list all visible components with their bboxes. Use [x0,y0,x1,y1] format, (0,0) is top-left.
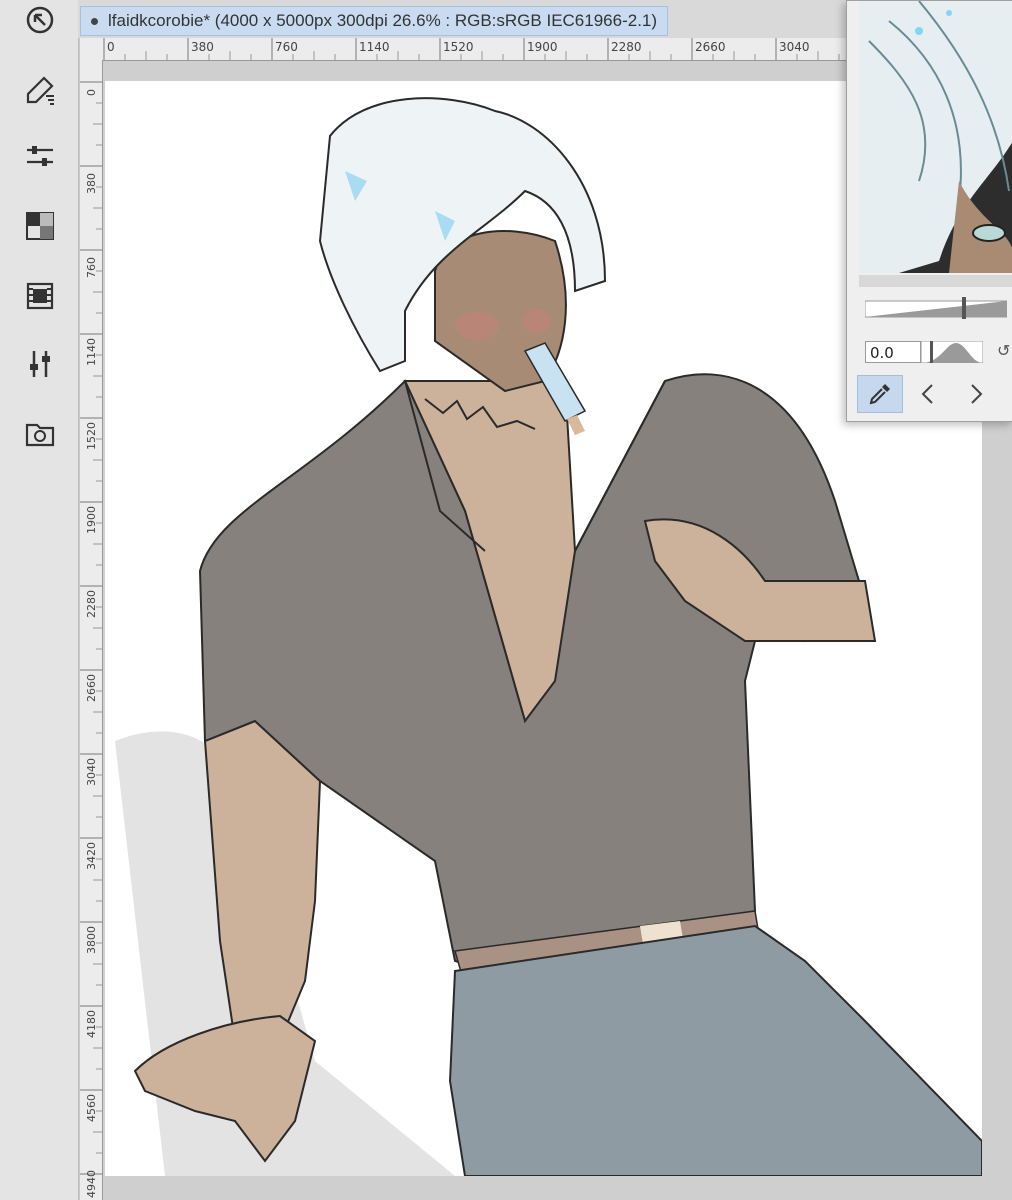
ruler-label: 1900 [527,40,558,54]
ruler-corner [80,38,104,61]
chevron-right-icon [971,384,983,404]
reset-rotation-icon[interactable]: ↺ [997,341,1010,361]
rotation-slider[interactable] [920,340,984,364]
ruler-label: 4940 [85,1170,98,1198]
tool-strip [0,0,79,1200]
eyedropper-button[interactable] [857,375,903,413]
ruler-label: 1520 [443,40,474,54]
ruler-label: 760 [275,40,298,54]
ruler-label: 3420 [85,842,98,870]
ruler-label: 2280 [85,590,98,618]
ruler-label: 3040 [779,40,810,54]
ruler-label: 3040 [85,758,98,786]
timeline-icon[interactable] [20,276,60,316]
ruler-label: 2660 [695,40,726,54]
adjust-icon[interactable] [20,344,60,384]
ruler-label: 1520 [85,422,98,450]
document-title: lfaidkcorobie* (4000 x 5000px 300dpi 26.… [108,11,658,30]
chevron-left-icon [921,384,933,404]
navigator-tool-icon[interactable] [20,0,60,40]
ruler-label: 380 [85,173,98,194]
ruler-label: 0 [107,40,115,54]
ruler-label: 4180 [85,1010,98,1038]
ruler-label: 1900 [85,506,98,534]
ruler-label: 1140 [85,338,98,366]
ruler-label: 380 [191,40,214,54]
previous-button[interactable] [905,375,951,413]
navigator-scrollbar[interactable] [859,275,1012,287]
eyedropper-icon [869,384,890,405]
next-button[interactable] [953,375,999,413]
ruler-label: 0 [85,89,98,96]
navigator-preview[interactable] [859,1,1012,273]
ruler-label: 3800 [85,926,98,954]
rotation-input[interactable]: 0.0 [865,341,921,363]
ruler-label: 4560 [85,1094,98,1122]
document-tab[interactable]: lfaidkcorobie* (4000 x 5000px 300dpi 26.… [80,6,669,36]
material-folder-icon[interactable] [20,414,60,454]
color-set-icon[interactable] [20,206,60,246]
navigator-panel: 0.0 ↺ [846,0,1012,422]
tool-property-icon[interactable] [20,136,60,176]
vertical-ruler[interactable]: 0 380 760 1140 1520 1900 2280 2660 3040 … [80,60,103,1200]
zoom-slider[interactable] [864,297,1008,319]
ruler-label: 1140 [359,40,390,54]
ruler-label: 760 [85,257,98,278]
unsaved-dot-icon [91,17,98,25]
ruler-label: 2660 [85,674,98,702]
brush-tool-icon[interactable] [20,70,60,110]
ruler-label: 2280 [611,40,642,54]
